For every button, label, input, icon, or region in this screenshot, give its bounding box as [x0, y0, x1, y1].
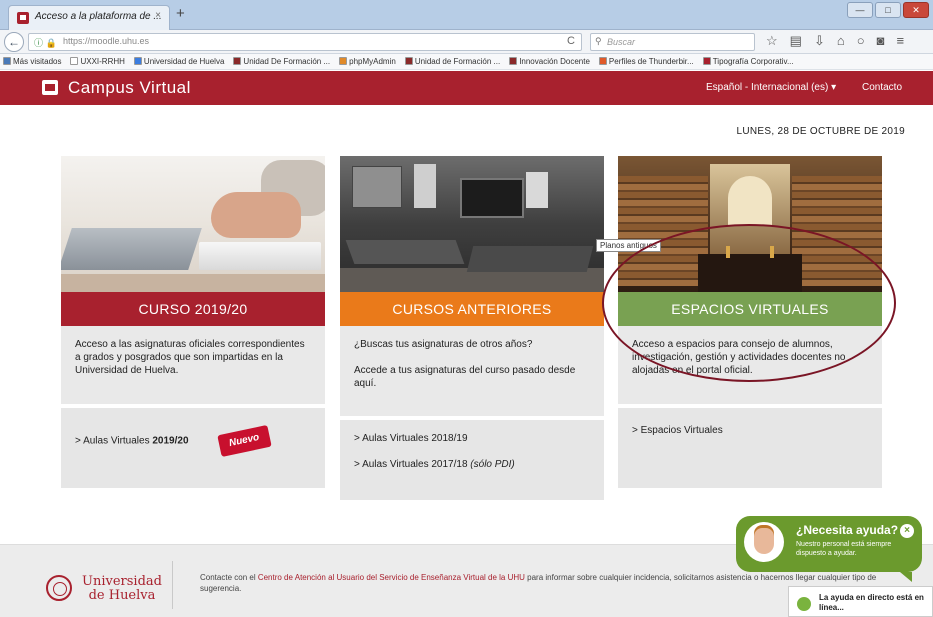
bookmark-item[interactable]: Tipografía Corporativ... — [700, 54, 794, 69]
bookmark-label: phpMyAdmin — [349, 57, 396, 66]
help-widget[interactable]: ¿Necesita ayuda? Nuestro personal está s… — [736, 516, 922, 572]
bookmark-item[interactable]: Unidad De Formación ... — [230, 54, 330, 69]
link-aulas-virtuales-2017-18[interactable]: > Aulas Virtuales 2017/18 (sólo PDI) — [354, 458, 590, 472]
live-chat-bar[interactable]: La ayuda en directo está en línea... — [788, 586, 933, 617]
link-espacios-virtuales[interactable]: > Espacios Virtuales — [632, 424, 868, 438]
highlight-circle — [602, 224, 896, 382]
card-description-line: ¿Buscas tus asignaturas de otros años? — [354, 339, 533, 350]
support-center-link[interactable]: Centro de Atención al Usuario del Servic… — [258, 573, 525, 582]
support-agent-avatar — [744, 522, 784, 562]
sync-icon[interactable]: ○ — [857, 33, 865, 49]
browser-window: Acceso a la plataforma de ... × + — □ ✕ … — [0, 0, 933, 617]
site-brand[interactable]: Campus Virtual — [68, 78, 191, 98]
bookmark-label: Más visitados — [13, 57, 62, 66]
bookmark-item[interactable]: Perfiles de Thunderbir... — [596, 54, 694, 69]
bookmark-favicon-icon — [339, 57, 348, 65]
search-box[interactable]: ⚲ Buscar — [590, 33, 755, 51]
browser-tab[interactable]: Acceso a la plataforma de ... × — [8, 5, 170, 30]
bookmark-favicon-icon — [702, 57, 711, 65]
help-title: ¿Necesita ayuda? — [796, 523, 899, 537]
card-title[interactable]: CURSOS ANTERIORES — [340, 292, 604, 326]
bookmark-label: UXXI-RRHH — [80, 57, 125, 66]
bookmark-favicon-icon — [133, 57, 142, 65]
card-curso-actual: CURSO 2019/20 Acceso a las asignaturas o… — [61, 156, 325, 488]
tab-bar: Acceso a la plataforma de ... × + — □ ✕ — [0, 0, 933, 30]
card-links: > Aulas Virtuales 2018/19 > Aulas Virtua… — [340, 420, 604, 500]
bookmark-label: Universidad de Huelva — [143, 57, 225, 66]
help-subtitle: Nuestro personal está siempre dispuesto … — [796, 541, 892, 557]
menu-icon[interactable]: ≡ — [896, 33, 904, 49]
card-links: > Aulas Virtuales 2019/20 Nuevo — [61, 408, 325, 488]
card-image-classroom[interactable] — [340, 156, 604, 292]
library-icon[interactable]: ▤ — [790, 33, 802, 49]
university-logo[interactable]: Universidad de Huelva — [82, 575, 162, 603]
card-description-line: Accede a tus asignaturas del curso pasad… — [354, 365, 576, 389]
download-icon[interactable]: ⇩ — [814, 33, 825, 49]
bookmark-item[interactable]: Universidad de Huelva — [131, 54, 225, 69]
campus-logo-icon[interactable] — [42, 80, 58, 95]
bookmark-label: Tipografía Corporativ... — [712, 57, 794, 66]
bookmark-label: Unidad de Formación ... — [414, 57, 501, 66]
search-icon: ⚲ — [595, 36, 602, 46]
search-placeholder: Buscar — [607, 37, 636, 47]
card-links: > Espacios Virtuales — [618, 408, 882, 488]
bookmark-favicon-icon — [233, 57, 242, 65]
bookmark-label: Innovación Docente — [519, 57, 590, 66]
bookmark-label: Unidad De Formación ... — [243, 57, 331, 66]
tab-close-icon[interactable]: × — [155, 10, 161, 21]
bookmark-favicon-icon — [70, 57, 79, 65]
user-icon — [797, 597, 811, 611]
card-cursos-anteriores: CURSOS ANTERIORES ¿Buscas tus asignatura… — [340, 156, 604, 500]
tab-title: Acceso a la plataforma de ... — [35, 11, 162, 22]
bookmark-item[interactable]: Unidad de Formación ... — [402, 54, 500, 69]
live-chat-status: La ayuda en directo está en línea... — [819, 593, 924, 612]
minimize-button[interactable]: — — [847, 2, 873, 18]
current-date: LUNES, 28 DE OCTUBRE DE 2019 — [736, 126, 905, 137]
contact-link[interactable]: Contacto — [862, 82, 902, 93]
pocket-icon[interactable]: ◙ — [877, 33, 885, 49]
card-image-keyboard[interactable] — [61, 156, 325, 292]
nuevo-badge: Nuevo — [217, 424, 272, 458]
new-tab-button[interactable]: + — [176, 5, 185, 23]
close-window-button[interactable]: ✕ — [903, 2, 929, 18]
back-arrow-icon[interactable]: ← — [4, 32, 24, 52]
bookmarks-bar: Más visitados UXXI-RRHH Universidad de Hue… — [0, 54, 933, 70]
site-header: Campus Virtual Español - Internacional (… — [0, 71, 933, 105]
url-text: https://moodle.uhu.es — [63, 36, 150, 46]
link-aulas-virtuales-2018-19[interactable]: > Aulas Virtuales 2018/19 — [354, 432, 590, 446]
secure-lock-icon: ⓘ 🔒 — [34, 38, 57, 48]
favicon-icon — [17, 12, 29, 24]
bookmark-item[interactable]: phpMyAdmin — [336, 54, 396, 69]
language-selector[interactable]: Español - Internacional (es) ▾ — [706, 82, 836, 93]
navigation-bar: ← ⓘ 🔒 https://moodle.uhu.es C ⚲ Buscar ☆… — [0, 30, 933, 54]
link-aulas-virtuales-2019-20[interactable]: > Aulas Virtuales 2019/20 Nuevo — [75, 424, 311, 458]
help-pointer — [900, 572, 912, 582]
card-title[interactable]: CURSO 2019/20 — [61, 292, 325, 326]
maximize-button[interactable]: □ — [875, 2, 901, 18]
bookmark-item[interactable]: UXXI-RRHH — [67, 54, 125, 69]
bookmark-item[interactable]: Innovación Docente — [506, 54, 590, 69]
toolbar-icons: ☆ ▤ ⇩ ⌂ ○ ◙ ≡ — [766, 33, 904, 49]
bookmark-favicon-icon — [404, 57, 413, 65]
card-description: ¿Buscas tus asignaturas de otros años? A… — [340, 326, 604, 416]
bookmark-item[interactable]: Más visitados — [0, 54, 61, 69]
window-controls: — □ ✕ — [847, 2, 929, 18]
reload-icon[interactable]: C — [567, 35, 575, 47]
bookmark-favicon-icon — [598, 57, 607, 65]
bookmark-favicon-icon — [3, 57, 11, 65]
bookmark-favicon-icon — [509, 57, 518, 65]
url-bar[interactable]: ⓘ 🔒 https://moodle.uhu.es C — [28, 33, 582, 51]
university-seal-icon — [46, 575, 72, 601]
footer-divider — [172, 561, 173, 609]
home-icon[interactable]: ⌂ — [837, 33, 845, 49]
star-icon[interactable]: ☆ — [766, 33, 778, 49]
bookmark-label: Perfiles de Thunderbir... — [608, 57, 694, 66]
card-description: Acceso a las asignaturas oficiales corre… — [61, 326, 325, 404]
help-close-icon[interactable]: × — [900, 524, 914, 538]
